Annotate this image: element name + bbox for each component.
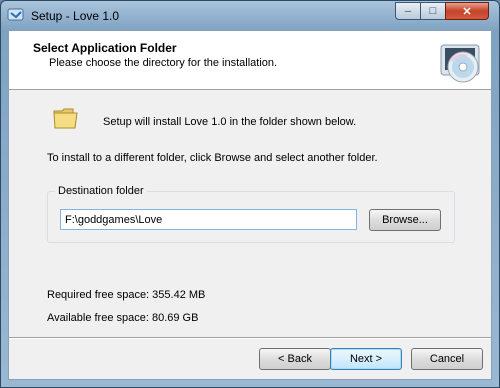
footer-divider (9, 337, 491, 339)
destination-path-input[interactable] (60, 209, 357, 230)
destination-label: Destination folder (55, 185, 147, 197)
back-button[interactable]: < Back (259, 348, 331, 370)
cd-disc-icon (440, 44, 480, 83)
setup-app-icon (7, 8, 24, 21)
folder-icon (53, 108, 78, 129)
minimize-button[interactable]: ─ (395, 2, 421, 20)
maximize-icon: □ (429, 5, 437, 17)
install-message: Setup will install Love 1.0 in the folde… (103, 116, 357, 128)
available-space-label: Available free space: 80.69 GB (47, 312, 199, 324)
next-button[interactable]: Next > (330, 348, 402, 370)
minimize-icon: ─ (404, 6, 412, 16)
maximize-button[interactable]: □ (420, 2, 446, 20)
browse-button[interactable]: Browse... (369, 209, 441, 231)
required-space-label: Required free space: 355.42 MB (47, 289, 206, 301)
title-bar[interactable]: Setup - Love 1.0 ─ □ ✕ (1, 1, 499, 31)
wizard-header: Select Application Folder Please choose … (9, 31, 491, 90)
page-subtitle: Please choose the directory for the inst… (49, 57, 278, 69)
window-title: Setup - Love 1.0 (31, 9, 120, 23)
setup-window: Setup - Love 1.0 ─ □ ✕ Select Applicatio… (0, 0, 500, 388)
close-icon: ✕ (462, 5, 472, 18)
wizard-content: Select Application Folder Please choose … (8, 30, 492, 380)
page-title: Select Application Folder (33, 41, 177, 55)
cancel-button[interactable]: Cancel (411, 348, 483, 370)
browse-hint: To install to a different folder, click … (47, 152, 378, 164)
close-button[interactable]: ✕ (445, 2, 489, 20)
